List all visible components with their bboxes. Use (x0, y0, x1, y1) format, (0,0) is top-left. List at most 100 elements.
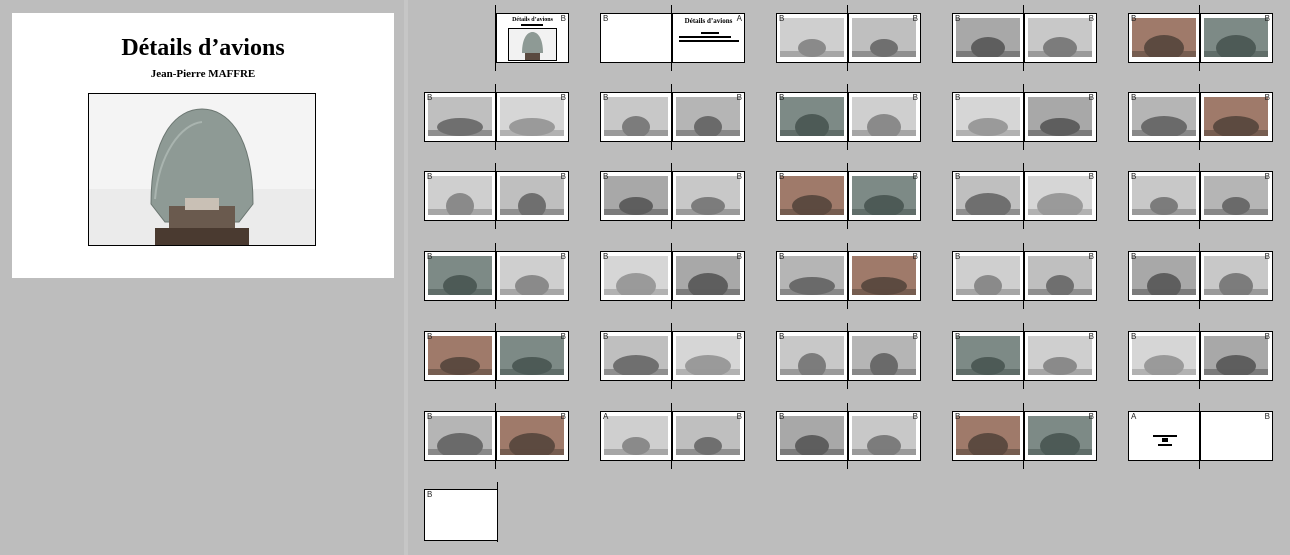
page-right[interactable]: B (848, 331, 921, 381)
page-right[interactable]: B (1200, 251, 1273, 301)
page-right[interactable]: B (1200, 411, 1273, 461)
page-left[interactable]: B (952, 13, 1025, 63)
page-right[interactable]: B (1024, 92, 1097, 142)
page-left[interactable]: B (600, 331, 673, 381)
page-left[interactable]: A (600, 411, 673, 461)
page-left[interactable]: A (1128, 411, 1201, 461)
page-right[interactable]: B (672, 92, 745, 142)
page-right[interactable]: B (672, 331, 745, 381)
page-right[interactable]: B (672, 171, 745, 221)
page-right[interactable]: B (1200, 13, 1273, 63)
spread-8[interactable]: BB (776, 84, 921, 150)
spread-9[interactable]: BB (952, 84, 1097, 150)
cover-preview[interactable]: Détails d’avions Jean-Pierre MAFFRE (12, 13, 394, 278)
spread-21[interactable]: BB (424, 323, 569, 389)
spread-28[interactable]: BB (776, 403, 921, 469)
page-label: B (779, 252, 785, 261)
spread-23[interactable]: BB (776, 323, 921, 389)
page-photo (780, 176, 844, 215)
page-right[interactable]: B (672, 251, 745, 301)
page-photo (852, 176, 916, 215)
spread-11[interactable]: BB (424, 163, 569, 229)
page-left[interactable]: B (1128, 92, 1201, 142)
spread-2[interactable]: B A Détails d’avions (600, 5, 745, 71)
page-right[interactable]: B (1024, 13, 1097, 63)
page-label: B (560, 332, 566, 341)
page-left[interactable]: B (776, 251, 849, 301)
spread-4[interactable]: BB (952, 5, 1097, 71)
page-left[interactable]: B (600, 13, 673, 63)
page-left[interactable]: B (1128, 251, 1201, 301)
spread-26[interactable]: BB (424, 403, 569, 469)
panel-divider[interactable] (404, 0, 408, 555)
page-left[interactable]: B (1128, 171, 1201, 221)
page-right[interactable]: B (848, 13, 921, 63)
spine (1199, 5, 1200, 71)
page-left[interactable]: B (952, 92, 1025, 142)
spread-10[interactable]: BB (1128, 84, 1273, 150)
page-photo (428, 176, 492, 215)
spread-16[interactable]: BB (424, 243, 569, 309)
spread-7[interactable]: BB (600, 84, 745, 150)
spread-22[interactable]: BB (600, 323, 745, 389)
page-left[interactable]: B (776, 13, 849, 63)
page-label: B (427, 93, 433, 102)
page-left[interactable]: B (952, 251, 1025, 301)
spread-3[interactable]: BB (776, 5, 921, 71)
page-left[interactable]: B (776, 92, 849, 142)
page-left[interactable]: B (600, 251, 673, 301)
page-right[interactable]: B (496, 171, 569, 221)
page-left[interactable]: B (776, 331, 849, 381)
page-left[interactable]: B (776, 171, 849, 221)
page-right[interactable]: B (1024, 251, 1097, 301)
page-left[interactable]: B (600, 92, 673, 142)
page-left[interactable]: B (952, 171, 1025, 221)
page-left[interactable]: B (424, 171, 497, 221)
page-left[interactable]: B (424, 251, 497, 301)
page-right[interactable]: B (496, 331, 569, 381)
spread-15[interactable]: BB (1128, 163, 1273, 229)
page-right[interactable]: B (848, 411, 921, 461)
page-right[interactable]: B (1024, 411, 1097, 461)
spread-5[interactable]: BB (1128, 5, 1273, 71)
page-right[interactable]: B (496, 251, 569, 301)
spread-18[interactable]: BB (776, 243, 921, 309)
spread-17[interactable]: BB (600, 243, 745, 309)
spread-24[interactable]: BB (952, 323, 1097, 389)
page-right[interactable]: A Détails d’avions (672, 13, 745, 63)
spread-25[interactable]: BB (1128, 323, 1273, 389)
page-right[interactable]: B (1200, 331, 1273, 381)
page-right[interactable]: B (1200, 171, 1273, 221)
spread-12[interactable]: BB (600, 163, 745, 229)
page-left[interactable]: B (424, 331, 497, 381)
page-left[interactable]: B (600, 171, 673, 221)
page-right[interactable]: B (496, 411, 569, 461)
page-right[interactable]: B (672, 411, 745, 461)
spread-30[interactable]: AB (1128, 403, 1273, 469)
page-right[interactable]: B (496, 92, 569, 142)
page-right[interactable]: B (848, 171, 921, 221)
spread-29[interactable]: BB (952, 403, 1097, 469)
page-left[interactable]: B (1128, 331, 1201, 381)
spread-20[interactable]: BB (1128, 243, 1273, 309)
page-left[interactable]: B (952, 331, 1025, 381)
page-right[interactable]: B (848, 92, 921, 142)
page-right[interactable]: Détails d’avions B (496, 13, 569, 63)
spread-19[interactable]: BB (952, 243, 1097, 309)
spread-27[interactable]: AB (600, 403, 745, 469)
page-right[interactable]: B (848, 251, 921, 301)
page-left[interactable]: B (424, 92, 497, 142)
page-right[interactable]: B (1200, 92, 1273, 142)
page-left[interactable]: B (1128, 13, 1201, 63)
page-left[interactable]: B (776, 411, 849, 461)
spread-14[interactable]: BB (952, 163, 1097, 229)
last-page[interactable]: B (424, 482, 498, 542)
spread-1[interactable]: Détails d’avions B (424, 5, 569, 71)
spread-6[interactable]: BB (424, 84, 569, 150)
page-right[interactable]: B (1024, 171, 1097, 221)
page-photo (956, 18, 1020, 57)
page-left[interactable]: B (424, 411, 497, 461)
page-right[interactable]: B (1024, 331, 1097, 381)
page-left[interactable]: B (952, 411, 1025, 461)
spread-13[interactable]: BB (776, 163, 921, 229)
